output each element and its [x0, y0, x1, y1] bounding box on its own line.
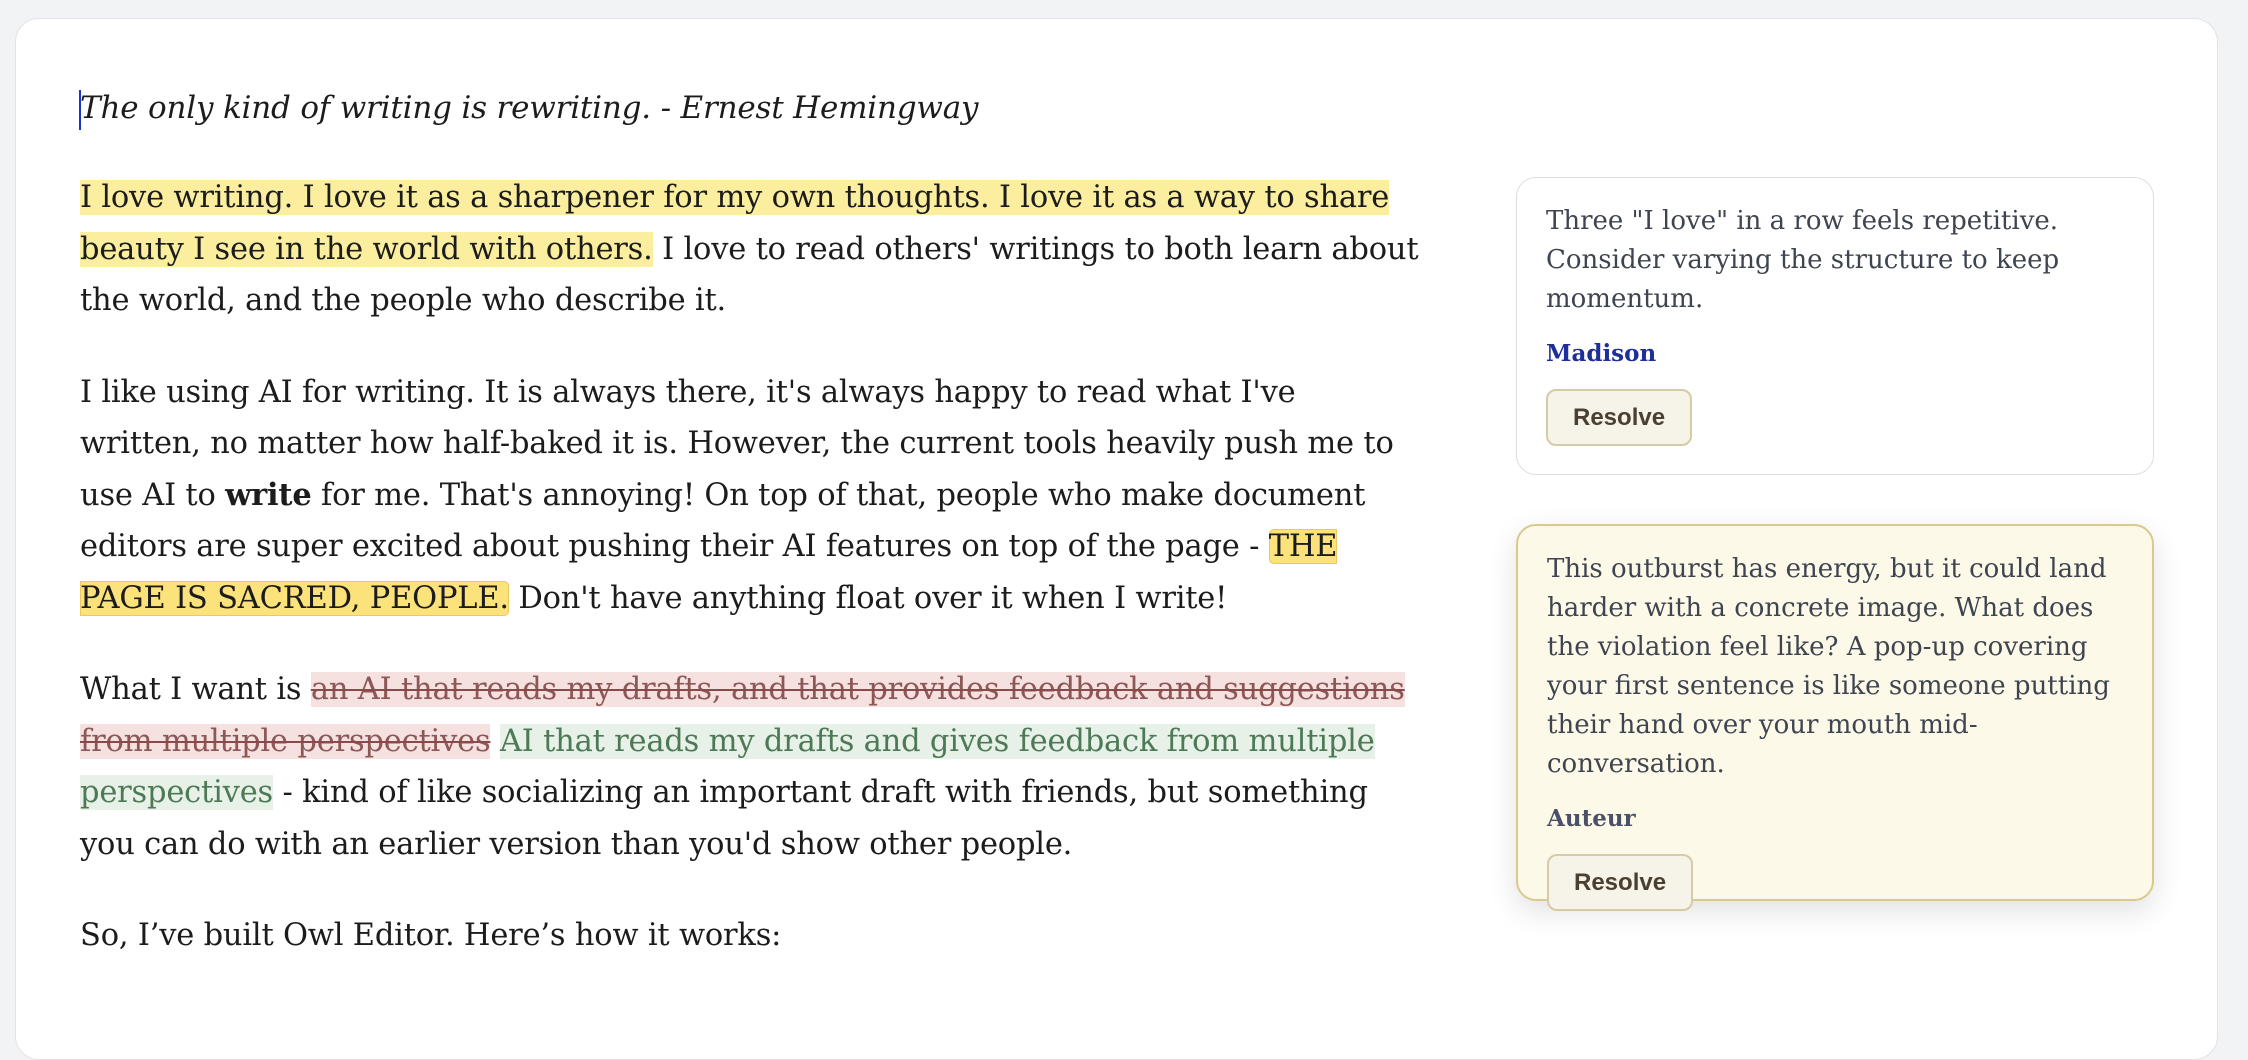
bold-word: write: [225, 476, 312, 513]
comment-card-auteur-active[interactable]: This outburst has energy, but it could l…: [1516, 524, 2154, 911]
comment-card-madison[interactable]: Three "I love" in a row feels repetitive…: [1516, 177, 2154, 475]
text-caret: [79, 90, 81, 130]
paragraph-3-text-a: What I want is: [80, 672, 311, 707]
epigraph-quote[interactable]: The only kind of writing is rewriting. -…: [79, 82, 1420, 134]
paragraph-2-text-c: Don't have anything float over it when I…: [508, 580, 1228, 616]
resolve-button[interactable]: Resolve: [1546, 389, 1693, 446]
resolve-button[interactable]: Resolve: [1547, 854, 1694, 911]
comment-author: Auteur: [1547, 805, 1636, 832]
paragraph-4[interactable]: So, I’ve built Owl Editor. Here’s how it…: [80, 910, 1420, 962]
comment-author: Madison: [1546, 340, 1657, 367]
epigraph-text: The only kind of writing is rewriting. -…: [80, 90, 979, 126]
document-body[interactable]: The only kind of writing is rewriting. -…: [79, 82, 1420, 962]
paragraph-3[interactable]: What I want is an AI that reads my draft…: [80, 664, 1420, 870]
comment-text: Three "I love" in a row feels repetitive…: [1546, 206, 2060, 314]
paragraph-1[interactable]: I love writing. I love it as a sharpener…: [80, 172, 1420, 327]
paragraph-3-text-b: - kind of like socializing an important …: [80, 775, 1368, 862]
comment-text: This outburst has energy, but it could l…: [1547, 554, 2110, 779]
paragraph-2[interactable]: I like using AI for writing. It is alway…: [80, 367, 1420, 625]
